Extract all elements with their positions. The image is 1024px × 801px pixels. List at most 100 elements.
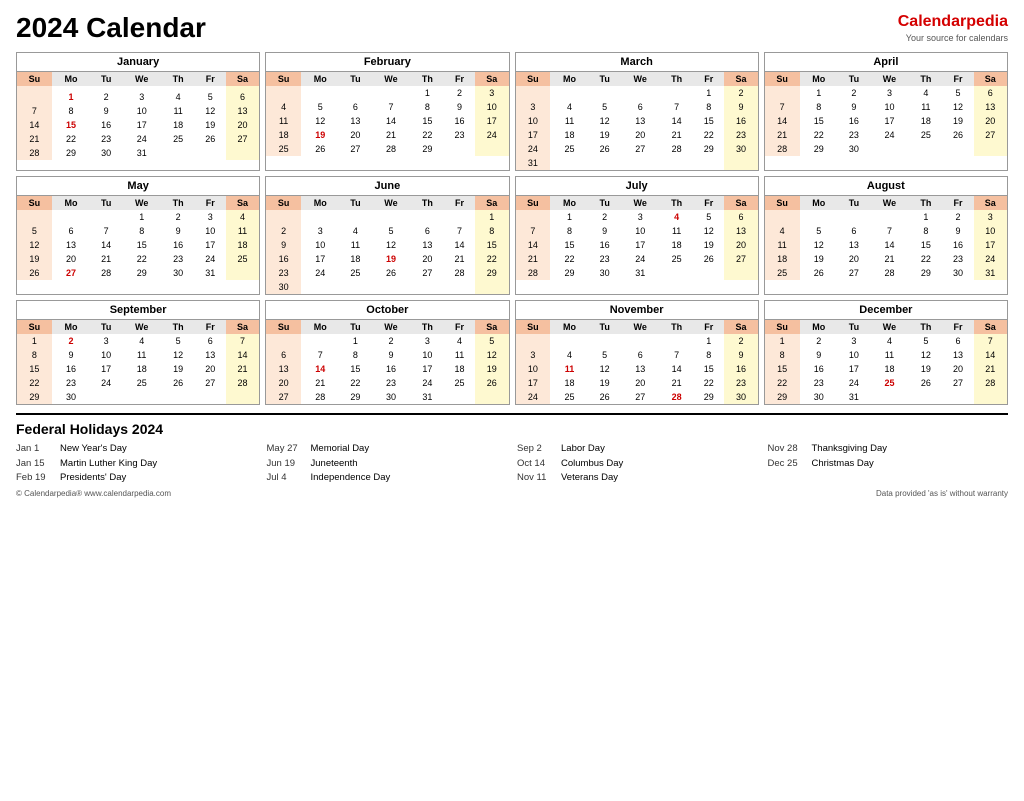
cal-day: 19	[589, 376, 621, 390]
cal-day	[226, 266, 260, 280]
cal-day: 5	[943, 86, 974, 100]
cal-day: 13	[621, 362, 660, 376]
cal-day	[266, 334, 301, 348]
cal-day: 29	[17, 390, 52, 404]
cal-day: 4	[765, 224, 800, 238]
holiday-name: Veterans Day	[561, 471, 618, 485]
holidays-grid: Jan 1New Year's DayJan 15Martin Luther K…	[16, 442, 1008, 485]
cal-day: 20	[974, 114, 1008, 128]
cal-day	[444, 390, 475, 404]
cal-day	[301, 280, 340, 294]
day-header-sa: Sa	[475, 72, 509, 86]
cal-day: 3	[621, 210, 660, 224]
cal-day	[444, 210, 475, 224]
day-header-we: We	[870, 196, 909, 210]
cal-day: 14	[974, 348, 1008, 362]
holiday-name: Thanksgiving Day	[812, 442, 888, 456]
cal-day: 26	[17, 266, 52, 280]
cal-day: 6	[724, 210, 758, 224]
cal-day: 10	[838, 348, 870, 362]
cal-day: 29	[340, 390, 372, 404]
cal-day: 17	[475, 114, 509, 128]
cal-day: 30	[52, 390, 91, 404]
holiday-column: Nov 28Thanksgiving DayDec 25Christmas Da…	[768, 442, 1009, 485]
cal-day: 1	[693, 334, 724, 348]
cal-day	[870, 142, 909, 156]
cal-day: 6	[266, 348, 301, 362]
day-header-we: We	[621, 72, 660, 86]
cal-day: 25	[161, 132, 194, 146]
cal-day: 19	[161, 362, 194, 376]
cal-day: 30	[371, 390, 410, 404]
cal-day: 24	[974, 252, 1008, 266]
cal-day: 28	[301, 390, 340, 404]
holiday-date: Jun 19	[267, 457, 305, 471]
cal-day: 5	[589, 100, 621, 114]
cal-day: 12	[195, 104, 226, 118]
month-title: August	[765, 177, 1007, 196]
month-block-february: FebruarySuMoTuWeThFrSa123456789101112131…	[265, 52, 509, 171]
month-block-march: MarchSuMoTuWeThFrSa123456789101112131415…	[515, 52, 759, 171]
cal-day: 25	[266, 142, 301, 156]
cal-day: 17	[974, 238, 1008, 252]
holiday-item: Jun 19Juneteenth	[267, 457, 508, 471]
cal-day: 3	[90, 334, 122, 348]
cal-day: 10	[516, 114, 551, 128]
cal-day: 30	[161, 266, 194, 280]
cal-day: 5	[589, 348, 621, 362]
cal-day: 24	[301, 266, 340, 280]
cal-day: 5	[161, 334, 194, 348]
cal-day: 22	[340, 376, 372, 390]
holiday-item: Nov 28Thanksgiving Day	[768, 442, 1009, 456]
cal-day	[621, 334, 660, 348]
cal-day: 15	[550, 238, 589, 252]
cal-day: 20	[724, 238, 758, 252]
cal-day: 24	[516, 390, 551, 404]
cal-day: 20	[195, 362, 226, 376]
cal-day: 11	[870, 348, 909, 362]
cal-day: 30	[90, 146, 122, 160]
cal-day: 23	[589, 252, 621, 266]
holiday-item: Jan 15Martin Luther King Day	[16, 457, 257, 471]
cal-day: 14	[444, 238, 475, 252]
cal-day: 10	[974, 224, 1008, 238]
cal-day: 16	[371, 362, 410, 376]
cal-day: 19	[909, 362, 942, 376]
cal-day: 3	[838, 334, 870, 348]
cal-day	[301, 334, 340, 348]
cal-day: 3	[870, 86, 909, 100]
month-table: SuMoTuWeThFrSa12345678910111213141516171…	[17, 196, 259, 280]
cal-day: 16	[943, 238, 974, 252]
cal-day: 23	[371, 376, 410, 390]
cal-day: 12	[17, 238, 52, 252]
cal-day: 2	[161, 210, 194, 224]
cal-day: 1	[411, 86, 444, 100]
cal-day: 19	[800, 252, 839, 266]
cal-day: 4	[660, 210, 693, 224]
cal-day: 25	[122, 376, 161, 390]
day-header-fr: Fr	[444, 72, 475, 86]
cal-day: 13	[411, 238, 444, 252]
cal-day: 22	[550, 252, 589, 266]
cal-day: 21	[301, 376, 340, 390]
month-block-june: JuneSuMoTuWeThFrSa1234567891011121314151…	[265, 176, 509, 295]
cal-day	[301, 210, 340, 224]
holiday-name: Independence Day	[311, 471, 391, 485]
cal-day: 31	[411, 390, 444, 404]
cal-day: 9	[52, 348, 91, 362]
cal-day: 23	[444, 128, 475, 142]
cal-day	[943, 390, 974, 404]
cal-day: 16	[90, 118, 122, 132]
day-header-mo: Mo	[550, 196, 589, 210]
month-table: SuMoTuWeThFrSa12345678910111213141516171…	[765, 320, 1007, 404]
cal-day: 3	[516, 100, 551, 114]
cal-day: 9	[838, 100, 870, 114]
day-header-th: Th	[660, 72, 693, 86]
cal-day: 19	[943, 114, 974, 128]
cal-day: 16	[266, 252, 301, 266]
day-header-sa: Sa	[974, 196, 1008, 210]
month-title: November	[516, 301, 758, 320]
day-header-mo: Mo	[800, 72, 839, 86]
cal-day: 2	[589, 210, 621, 224]
cal-day: 10	[516, 362, 551, 376]
